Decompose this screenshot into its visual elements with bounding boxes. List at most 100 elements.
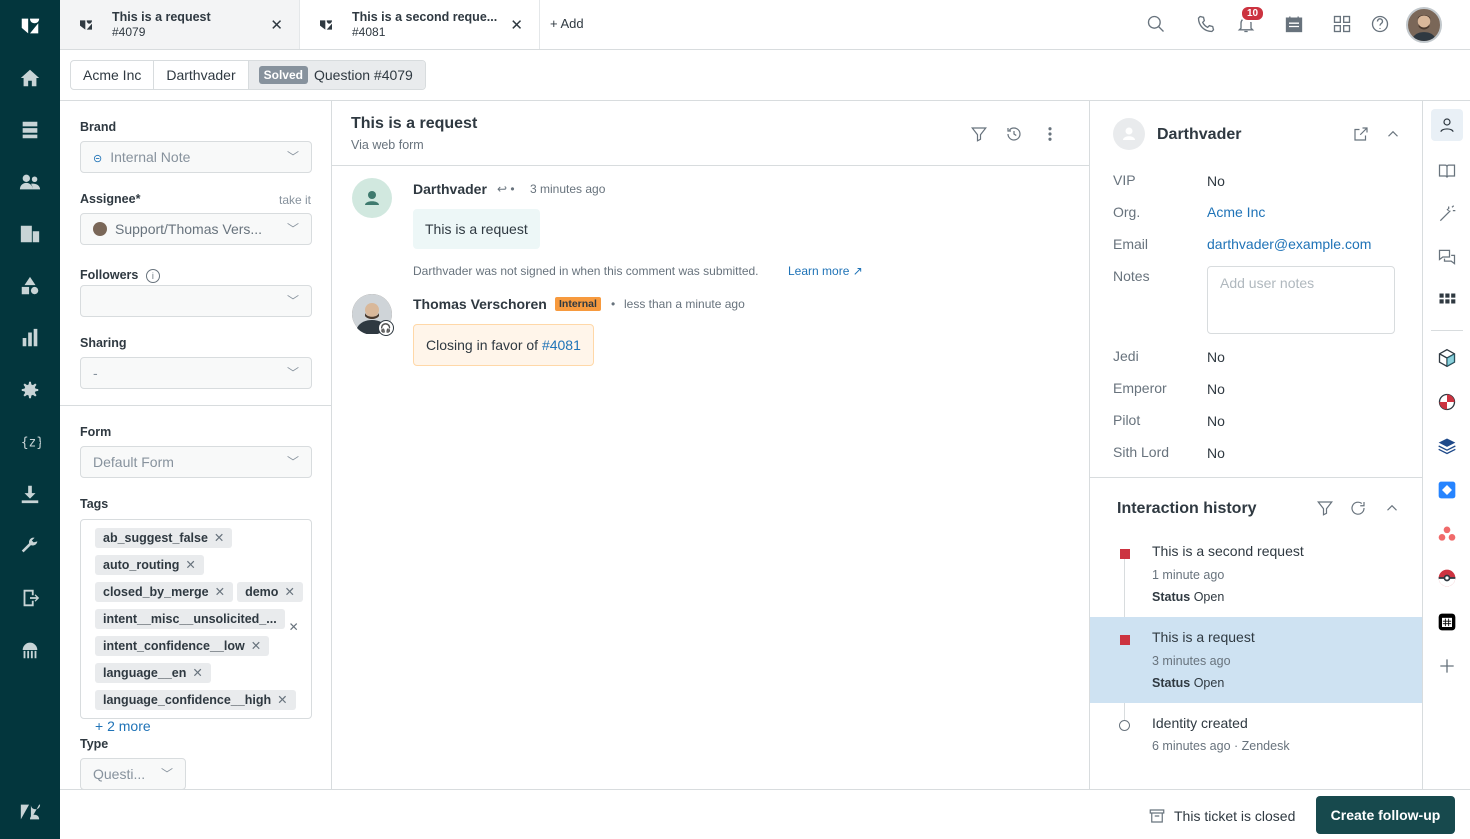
more-tags-link[interactable]: + 2 more	[95, 718, 311, 734]
phone-icon[interactable]	[1196, 14, 1218, 36]
form-select[interactable]: Default Form ﹀	[80, 446, 312, 478]
tag[interactable]: language__en ✕	[95, 663, 211, 683]
comment-notice: Darthvader was not signed in when this c…	[413, 264, 759, 278]
close-tab-icon[interactable]: ✕	[270, 16, 283, 34]
type-select[interactable]: Questi... ﹀	[80, 758, 186, 789]
knowledge-book-icon[interactable]	[1437, 161, 1457, 181]
email-link[interactable]: darthvader@example.com	[1207, 236, 1371, 252]
open-external-icon[interactable]	[1352, 125, 1370, 143]
tab-request-4081[interactable]: This is a second reque... #4081 ✕	[300, 0, 540, 49]
history-icon[interactable]	[1005, 125, 1023, 143]
breadcrumb-user[interactable]: Darthvader	[154, 61, 249, 89]
add-tab-button[interactable]: + Add	[550, 16, 584, 31]
help-icon[interactable]	[1370, 14, 1392, 36]
remove-tag-icon[interactable]: ✕	[289, 620, 299, 634]
tag[interactable]: intent__misc__unsolicited_...	[95, 609, 285, 629]
tag[interactable]: demo ✕	[237, 582, 303, 602]
info-icon[interactable]: i	[145, 269, 160, 283]
ticket-link[interactable]: #4081	[542, 337, 581, 353]
jira-app-icon[interactable]	[1437, 480, 1457, 500]
bottom-bar: This ticket is closed Create follow-up	[60, 789, 1470, 839]
remove-tag-icon[interactable]: ✕	[192, 666, 202, 680]
comment-time: 3 minutes ago	[530, 182, 606, 196]
customers-icon[interactable]	[14, 166, 46, 198]
external-link-icon: ↗	[852, 264, 863, 278]
learn-more-text: Learn more	[788, 264, 850, 278]
magic-wand-icon[interactable]	[1437, 204, 1457, 224]
exit-icon[interactable]	[14, 582, 46, 614]
brand-select[interactable]: ⊝ Internal Note ﹀	[80, 141, 312, 173]
comment-author[interactable]: Darthvader	[413, 181, 487, 197]
layers-app-icon[interactable]	[1437, 436, 1457, 456]
reporting-icon[interactable]	[14, 322, 46, 354]
close-tab-icon[interactable]: ✕	[510, 16, 523, 34]
learn-more-link[interactable]: Learn more ↗	[788, 264, 863, 278]
history-item[interactable]: Identity created 6 minutes ago · Zendesk	[1090, 703, 1423, 789]
filter-icon[interactable]	[970, 125, 988, 143]
wrench-icon[interactable]	[14, 530, 46, 562]
asana-app-icon[interactable]	[1437, 524, 1457, 544]
followers-select[interactable]: ﹀	[80, 285, 312, 317]
customer-name[interactable]: Darthvader	[1157, 126, 1241, 144]
organizations-icon[interactable]	[14, 218, 46, 250]
filter-icon[interactable]	[1316, 499, 1334, 517]
home-icon[interactable]	[14, 62, 46, 94]
remove-tag-icon[interactable]: ✕	[251, 639, 261, 653]
history-item[interactable]: This is a second request 1 minute ago St…	[1090, 535, 1423, 621]
views-icon[interactable]	[14, 114, 46, 146]
ticket-closed-status: This ticket is closed	[1148, 807, 1295, 825]
download-icon[interactable]	[14, 478, 46, 510]
tags-input[interactable]: ab_suggest_false ✕ auto_routing ✕ closed_b…	[80, 519, 312, 734]
remove-tag-icon[interactable]: ✕	[214, 531, 224, 545]
refresh-icon[interactable]	[1349, 499, 1367, 517]
cube-app-icon[interactable]	[1437, 348, 1457, 368]
tag[interactable]: auto_routing ✕	[95, 555, 204, 575]
tab-title: This is a request	[112, 9, 211, 24]
jellyfish-icon[interactable]	[14, 634, 46, 666]
customer-context-tab[interactable]	[1431, 109, 1463, 141]
breadcrumb-org[interactable]: Acme Inc	[71, 61, 155, 89]
remove-tag-icon[interactable]: ✕	[277, 693, 287, 707]
apps-icon[interactable]	[1437, 291, 1457, 311]
status-value: Open	[1193, 590, 1225, 604]
history-item-selected[interactable]: This is a request 3 minutes ago Status O…	[1090, 617, 1423, 703]
user-avatar[interactable]	[1406, 7, 1442, 43]
zis-icon[interactable]: {z}	[14, 426, 46, 458]
apps-grid-icon[interactable]	[1332, 14, 1354, 36]
calendar-icon[interactable]	[1284, 14, 1306, 36]
breadcrumb-ticket[interactable]: Solved Question #4079	[248, 61, 425, 89]
add-app-icon[interactable]	[1437, 656, 1457, 676]
section-divider	[1090, 477, 1423, 478]
customer-avatar[interactable]	[352, 178, 392, 218]
create-follow-up-button[interactable]: Create follow-up	[1316, 796, 1455, 834]
remove-tag-icon[interactable]: ✕	[284, 585, 294, 599]
objects-icon[interactable]	[14, 270, 46, 302]
more-options-icon[interactable]	[1041, 125, 1059, 143]
tag[interactable]: ab_suggest_false ✕	[95, 528, 233, 548]
org-link[interactable]: Acme Inc	[1207, 204, 1265, 220]
collapse-icon[interactable]	[1383, 499, 1401, 517]
tag[interactable]: closed_by_merge ✕	[95, 582, 234, 602]
take-it-link[interactable]: take it	[279, 193, 311, 207]
search-icon[interactable]	[1146, 14, 1168, 36]
remove-tag-icon[interactable]: ✕	[215, 585, 225, 599]
pie-app-icon[interactable]	[1437, 392, 1457, 412]
assignee-select[interactable]: Support/Thomas Vers... ﹀	[80, 213, 312, 245]
calendar-app-icon[interactable]	[1437, 612, 1457, 632]
status-badge: Solved	[258, 66, 308, 84]
agent-avatar[interactable]: 🎧	[352, 294, 394, 336]
tag[interactable]: intent_confidence__low ✕	[95, 636, 270, 656]
remove-tag-icon[interactable]: ✕	[185, 558, 195, 572]
comment-author[interactable]: Thomas Verschoren	[413, 296, 547, 312]
sharing-select[interactable]: - ﹀	[80, 357, 312, 389]
zendesk-z-icon[interactable]	[14, 796, 46, 828]
ticket-icon	[80, 19, 92, 30]
tag[interactable]: language_confidence__high ✕	[95, 690, 296, 710]
tab-request-4079[interactable]: This is a request #4079 ✕	[60, 0, 300, 49]
admin-gear-icon[interactable]	[14, 374, 46, 406]
collapse-icon[interactable]	[1384, 125, 1402, 143]
chat-bubbles-icon[interactable]	[1437, 247, 1457, 267]
pokeball-app-icon[interactable]	[1437, 568, 1457, 588]
zendesk-logo-icon[interactable]	[14, 10, 46, 42]
user-notes-textarea[interactable]: Add user notes	[1207, 266, 1395, 334]
